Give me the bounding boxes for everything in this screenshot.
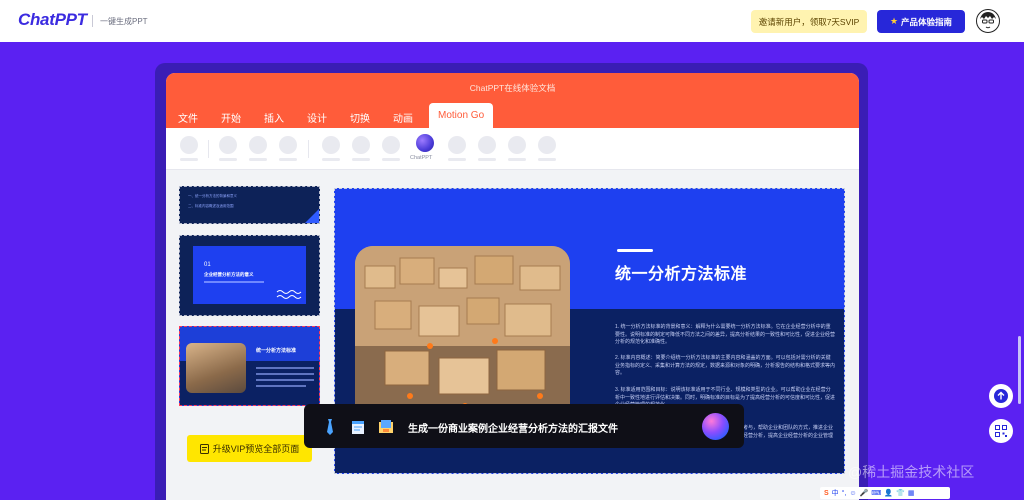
ribbon-label-placeholder	[180, 158, 198, 161]
ribbon-label-placeholder	[279, 158, 297, 161]
ribbon-label-placeholder	[322, 158, 340, 161]
title-accent-bar	[617, 249, 653, 252]
thumbnail-title: 统一分析方法标准	[256, 348, 297, 354]
tab-home[interactable]: 开始	[221, 110, 241, 125]
ime-item[interactable]: ⌨	[871, 489, 881, 497]
thumbnail-line	[204, 281, 264, 283]
ime-item[interactable]: ▦	[908, 489, 915, 497]
qr-code-button[interactable]	[989, 419, 1013, 443]
tab-motion-go[interactable]: Motion Go	[429, 103, 494, 128]
upgrade-vip-label: 升级VIP预览全部页面	[212, 444, 300, 454]
invite-user-button[interactable]: 邀请新用户，领取7天SVIP	[751, 10, 867, 33]
warehouse-photo	[355, 246, 570, 422]
qr-code-icon	[995, 425, 1007, 437]
ribbon-label-placeholder	[478, 158, 496, 161]
editor-titlebar: ChatPPT在线体验文档 文件 开始 插入 设计 切换 动画 Motion G…	[166, 73, 859, 128]
thumbnail-title: 企业经营分析方法的意义	[204, 272, 254, 277]
app-tagline: 一键生成PPT	[100, 17, 148, 26]
ribbon-button-placeholder[interactable]	[219, 136, 237, 154]
slide-paragraph-1: 1. 统一分析方法标准的背景和意义：解释为什么需要统一分析方法标准。它在企业经营…	[615, 324, 836, 345]
ribbon-toolbar: ChatPPT	[166, 128, 859, 170]
slide-thumbnail-1[interactable]: 一、统一分析方法的背景和意义 二、标准内容概述及适用范围	[179, 186, 320, 224]
ai-orb-icon[interactable]	[702, 413, 729, 440]
ime-item[interactable]: ☺	[849, 490, 856, 497]
motion-go-label: ChatPPT	[410, 155, 433, 161]
star-icon: ★	[889, 16, 899, 26]
ribbon-button-placeholder[interactable]	[478, 136, 496, 154]
wave-decoration-icon	[276, 290, 302, 299]
ime-item[interactable]: 👤	[884, 489, 893, 497]
page-scrollbar[interactable]	[1018, 336, 1021, 404]
ribbon-label-placeholder	[219, 158, 237, 161]
user-avatar[interactable]	[976, 9, 1000, 33]
motion-go-icon[interactable]	[416, 134, 434, 152]
ribbon-button-placeholder[interactable]	[382, 136, 400, 154]
ime-toolbar[interactable]: S 中 °, ☺ 🎤 ⌨ 👤 👕 ▦	[820, 487, 950, 499]
thumbnail-line	[256, 385, 306, 387]
document-icon	[352, 421, 364, 434]
ribbon-button-placeholder[interactable]	[249, 136, 267, 154]
ime-item[interactable]: °,	[842, 490, 847, 497]
ribbon-label-placeholder	[352, 158, 370, 161]
upgrade-vip-button[interactable]: 升级VIP预览全部页面	[187, 435, 312, 462]
tab-transition[interactable]: 切换	[350, 110, 370, 125]
product-guide-button[interactable]: ★ 产品体验指南	[877, 10, 965, 33]
thumbnail-text: 一、统一分析方法的背景和意义	[188, 194, 237, 198]
ribbon-label-placeholder	[508, 158, 526, 161]
watermark-text: @稀土掘金技术社区	[848, 464, 975, 480]
tab-insert[interactable]: 插入	[264, 110, 284, 125]
ribbon-button-placeholder[interactable]	[508, 136, 526, 154]
prompt-text: 生成一份商业案例企业经营分析方法的汇报文件	[408, 424, 618, 435]
ribbon-label-placeholder	[448, 158, 466, 161]
logo-divider	[92, 15, 93, 27]
tab-animation[interactable]: 动画	[393, 110, 413, 125]
thumbnail-number: 01	[204, 262, 211, 268]
thumbnail-line	[256, 379, 314, 381]
ribbon-button-placeholder[interactable]	[352, 136, 370, 154]
thumbnail-line	[256, 367, 314, 369]
ribbon-label-placeholder	[538, 158, 556, 161]
document-title: ChatPPT在线体验文档	[469, 83, 556, 93]
slide-thumbnail-3-selected[interactable]: 统一分析方法标准	[179, 326, 320, 406]
thumbnail-corner-decor	[305, 209, 319, 223]
tab-file[interactable]: 文件	[178, 110, 198, 125]
tie-icon	[327, 419, 333, 435]
ime-item[interactable]: 🎤	[860, 489, 869, 497]
top-navigation-bar: ChatPPT 一键生成PPT 邀请新用户，领取7天SVIP ★ 产品体验指南	[0, 0, 1024, 42]
app-logo[interactable]: ChatPPT	[18, 10, 87, 30]
ribbon-button-placeholder[interactable]	[538, 136, 556, 154]
ribbon-label-placeholder	[249, 158, 267, 161]
product-guide-label: 产品体验指南	[901, 16, 953, 27]
document-icon	[199, 443, 209, 454]
scroll-to-top-button[interactable]	[989, 384, 1013, 408]
ribbon-button-placeholder[interactable]	[322, 136, 340, 154]
thumbnail-text: 二、标准内容概述及适用范围	[188, 204, 234, 208]
ribbon-separator	[208, 140, 209, 158]
slide-title: 统一分析方法标准	[615, 266, 748, 283]
ime-item[interactable]: 中	[832, 488, 839, 498]
ribbon-label-placeholder	[382, 158, 400, 161]
ai-prompt-bar[interactable]: 生成一份商业案例企业经营分析方法的汇报文件	[304, 404, 744, 448]
ribbon-separator	[308, 140, 309, 158]
tab-design[interactable]: 设计	[307, 110, 327, 125]
sogou-logo-icon: S	[824, 489, 829, 497]
arrow-up-icon	[994, 389, 1008, 403]
thumbnail-line	[256, 373, 314, 375]
ribbon-tabs: 文件 开始 插入 设计 切换 动画 Motion Go	[166, 103, 859, 128]
report-icon	[379, 420, 393, 433]
slide-paragraph-2: 2. 标准内容概述：简要介绍统一分析方法标准的主要内容和涵盖的方面。可以包括对需…	[615, 355, 836, 376]
ime-item[interactable]: 👕	[896, 489, 905, 497]
ribbon-button-placeholder[interactable]	[448, 136, 466, 154]
ribbon-button-placeholder[interactable]	[180, 136, 198, 154]
thumbnail-photo	[186, 343, 246, 393]
slide-thumbnail-2[interactable]: 01 企业经营分析方法的意义	[179, 235, 320, 316]
ribbon-button-placeholder[interactable]	[279, 136, 297, 154]
